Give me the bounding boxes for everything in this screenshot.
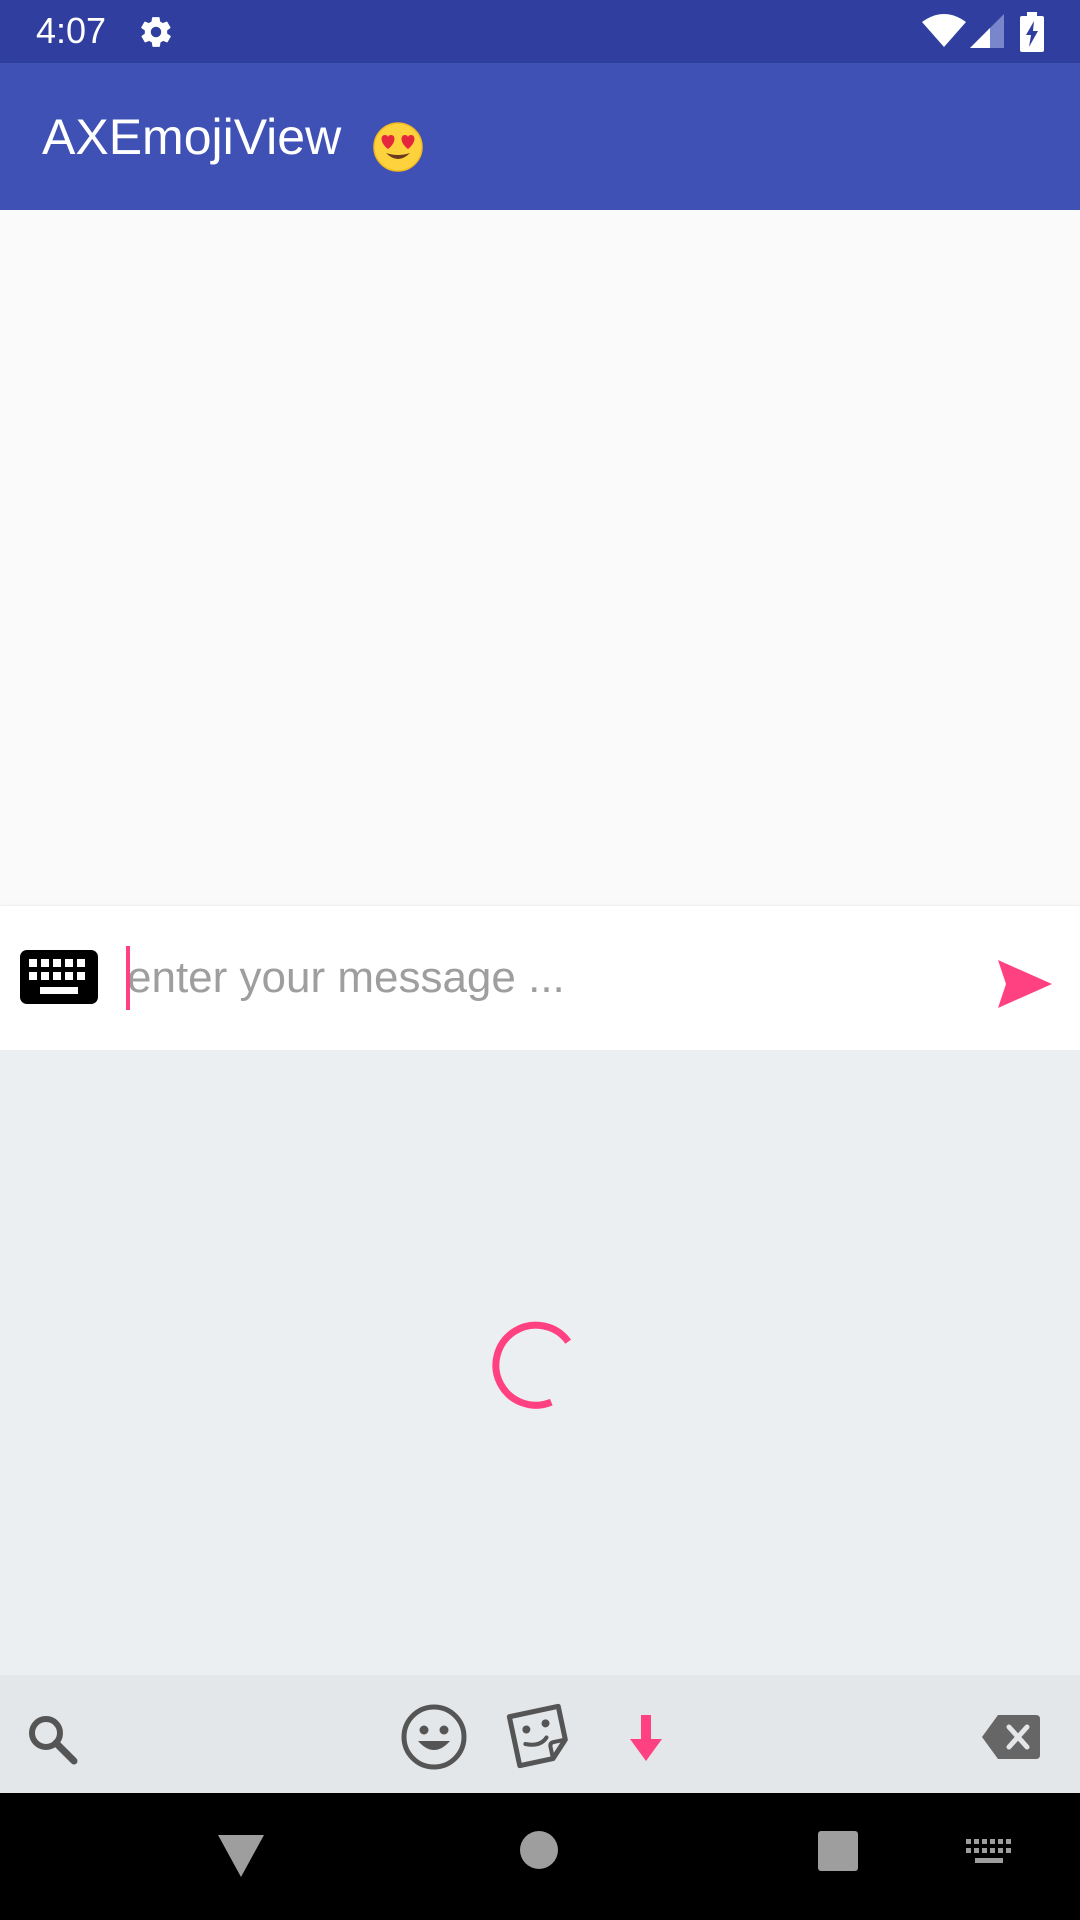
keyboard-icon[interactable] (20, 950, 98, 1004)
loading-spinner-icon (492, 1321, 572, 1409)
send-icon[interactable] (996, 960, 1052, 1008)
cell-signal-icon (970, 14, 1004, 48)
smiley-face-icon[interactable] (400, 1703, 468, 1771)
message-input-bar (0, 906, 1080, 1050)
recents-square-icon[interactable] (818, 1831, 858, 1871)
home-circle-icon[interactable] (520, 1831, 558, 1869)
backspace-icon[interactable] (982, 1715, 1040, 1759)
back-triangle-icon[interactable] (216, 1833, 266, 1879)
keyboard-switch-icon[interactable] (966, 1839, 1012, 1867)
app-bar: AXEmojiView (0, 63, 1080, 210)
battery-charging-icon (1020, 12, 1044, 52)
wifi-icon (922, 14, 966, 47)
settings-gear-icon (141, 17, 171, 47)
sticker-icon[interactable] (504, 1701, 574, 1771)
emoji-tab-bar (0, 1675, 1080, 1793)
text-cursor (126, 946, 130, 1010)
download-arrow-icon[interactable] (628, 1715, 664, 1763)
message-list-area (0, 210, 1080, 906)
message-input[interactable] (127, 944, 967, 1012)
status-time: 4:07 (36, 10, 107, 51)
search-icon[interactable] (26, 1713, 78, 1765)
emoji-panel (0, 1050, 1080, 1675)
system-nav-bar (0, 1793, 1080, 1920)
app-title: AXEmojiView (42, 109, 342, 165)
heart-eyes-emoji-icon (373, 122, 423, 172)
status-bar: 4:07 (0, 0, 1080, 63)
